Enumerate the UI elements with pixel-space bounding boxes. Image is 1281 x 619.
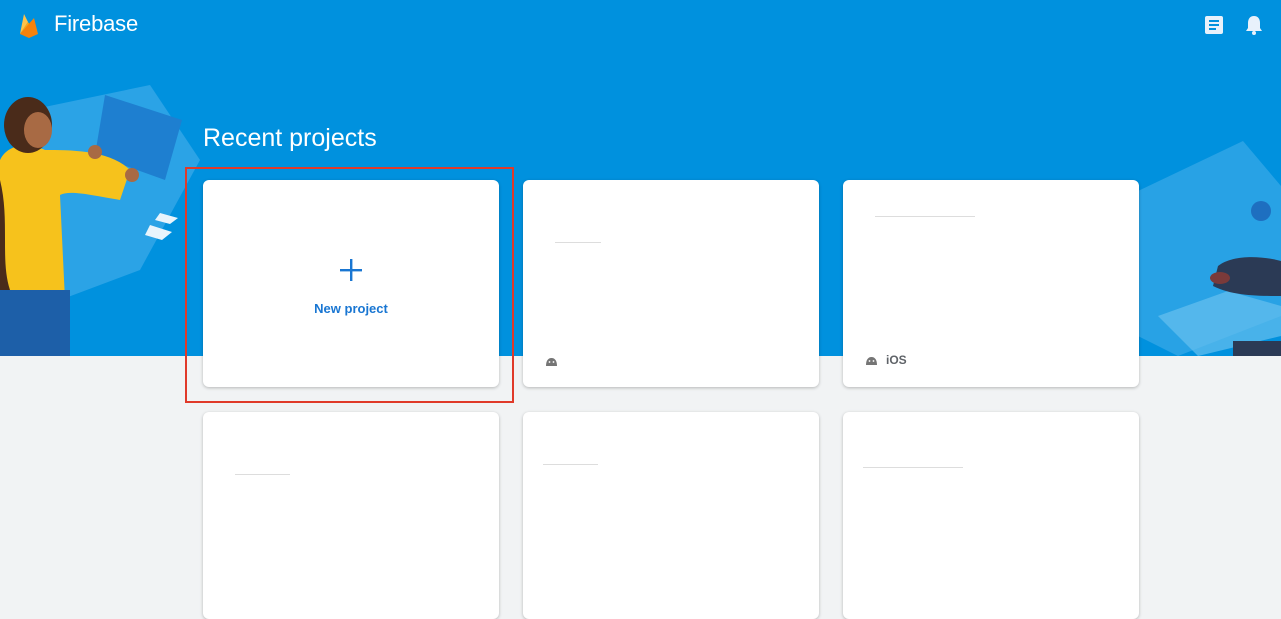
redacted-text	[863, 467, 963, 468]
new-project-card[interactable]: New project	[203, 180, 499, 387]
project-card[interactable]	[523, 412, 819, 619]
project-card[interactable]	[843, 412, 1139, 619]
platform-row: iOS	[865, 353, 907, 367]
bell-icon[interactable]	[1242, 13, 1266, 37]
new-project-label: New project	[314, 301, 388, 316]
redacted-text	[235, 474, 290, 475]
android-icon	[866, 356, 877, 365]
project-card[interactable]	[523, 180, 819, 387]
project-card[interactable]: iOS	[843, 180, 1139, 387]
hero-illustration-left	[0, 85, 200, 356]
platform-label-ios: iOS	[886, 353, 907, 367]
platform-row	[545, 356, 566, 367]
redacted-text	[543, 464, 598, 465]
firebase-logo-icon	[20, 14, 38, 38]
brand-title[interactable]: Firebase	[54, 11, 138, 37]
android-icon	[546, 358, 557, 366]
hero-illustration-right	[1138, 141, 1281, 356]
docs-icon[interactable]	[1202, 13, 1226, 37]
plus-icon	[340, 259, 362, 281]
project-card[interactable]	[203, 412, 499, 619]
top-bar: Firebase	[0, 0, 1281, 50]
section-title: Recent projects	[203, 124, 377, 152]
redacted-text	[555, 242, 601, 243]
redacted-text	[875, 216, 975, 217]
